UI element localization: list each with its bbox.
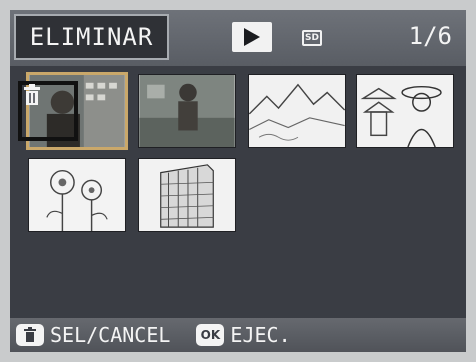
flowers-sketch-image [29, 159, 125, 231]
image-counter: 1/6 [408, 22, 452, 50]
thumbnail-pagoda-and-woman[interactable] [356, 74, 454, 148]
play-icon [232, 22, 272, 52]
thumbnail-flowers-sketch[interactable] [28, 158, 126, 232]
thumbnail-portrait-with-building[interactable] [26, 72, 128, 150]
execute-label: EJEC. [230, 323, 291, 347]
sel-cancel-hint[interactable]: SEL/CANCEL [16, 323, 170, 347]
trash-icon [16, 324, 44, 346]
mode-label: ELIMINAR [14, 14, 169, 60]
portrait-with-building-image [29, 75, 125, 147]
thumbnail-apartment-building[interactable] [138, 158, 236, 232]
sd-card-icon: SD [302, 30, 322, 46]
thumbnail-mountain-landscape[interactable] [248, 74, 346, 148]
top-bar: ELIMINAR SD 1/6 [10, 10, 466, 66]
mountain-landscape-image [249, 75, 345, 147]
ok-execute-hint[interactable]: OK EJEC. [196, 323, 291, 347]
thumbnail-person-outdoors[interactable] [138, 74, 236, 148]
ok-button-icon: OK [196, 324, 225, 346]
apartment-building-image [139, 159, 235, 231]
person-outdoors-image [139, 75, 235, 147]
delete-mark-icon [22, 84, 42, 106]
sel-cancel-label: SEL/CANCEL [50, 323, 171, 347]
thumbnail-grid [10, 66, 466, 318]
camera-screen: ELIMINAR SD 1/6 SEL/CANCEL OK EJEC. [10, 10, 466, 352]
pagoda-and-woman-image [357, 75, 453, 147]
bottom-bar: SEL/CANCEL OK EJEC. [10, 318, 466, 352]
